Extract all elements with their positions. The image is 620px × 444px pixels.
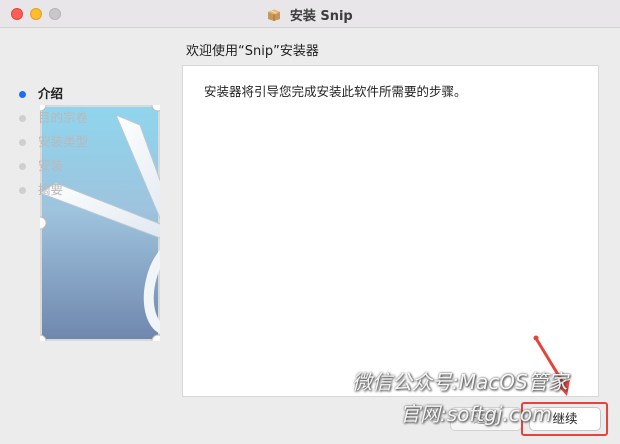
step-introduction: 介绍 xyxy=(18,86,88,110)
page-heading: 欢迎使用“Snip”安装器 xyxy=(186,44,319,59)
step-destination: 目的宗卷 xyxy=(18,110,88,134)
window-title-wrap: 安装 Snip xyxy=(0,5,620,24)
package-icon xyxy=(268,9,281,21)
intro-text: 安装器将引导您完成安装此软件所需要的步骤。 xyxy=(204,84,467,99)
step-label: 摘要 xyxy=(38,182,64,197)
step-label: 安装 xyxy=(38,158,64,173)
step-indicator-dot xyxy=(19,115,26,122)
step-label: 目的宗卷 xyxy=(38,110,89,125)
title-bar[interactable]: 安装 Snip xyxy=(0,0,620,28)
installer-window: 安装 Snip 欢迎使用“Snip”安装器 介绍 目的宗卷 安装类型 安装 摘要… xyxy=(0,0,620,444)
step-installation: 安装 xyxy=(18,158,88,182)
step-installation-type: 安装类型 xyxy=(18,134,88,158)
watermark-wechat: 微信公众号:MacOS管家 xyxy=(352,370,568,394)
step-indicator-dot xyxy=(19,187,26,194)
step-summary: 摘要 xyxy=(18,182,88,206)
step-label: 安装类型 xyxy=(38,134,89,149)
step-indicator-dot xyxy=(19,91,26,98)
step-label: 介绍 xyxy=(38,86,64,101)
watermark-website: 官网:softgj.com xyxy=(400,402,552,426)
window-title: 安装 Snip xyxy=(289,9,353,24)
installer-steps: 介绍 目的宗卷 安装类型 安装 摘要 xyxy=(18,86,88,206)
step-indicator-dot xyxy=(19,139,26,146)
step-indicator-dot xyxy=(19,163,26,170)
